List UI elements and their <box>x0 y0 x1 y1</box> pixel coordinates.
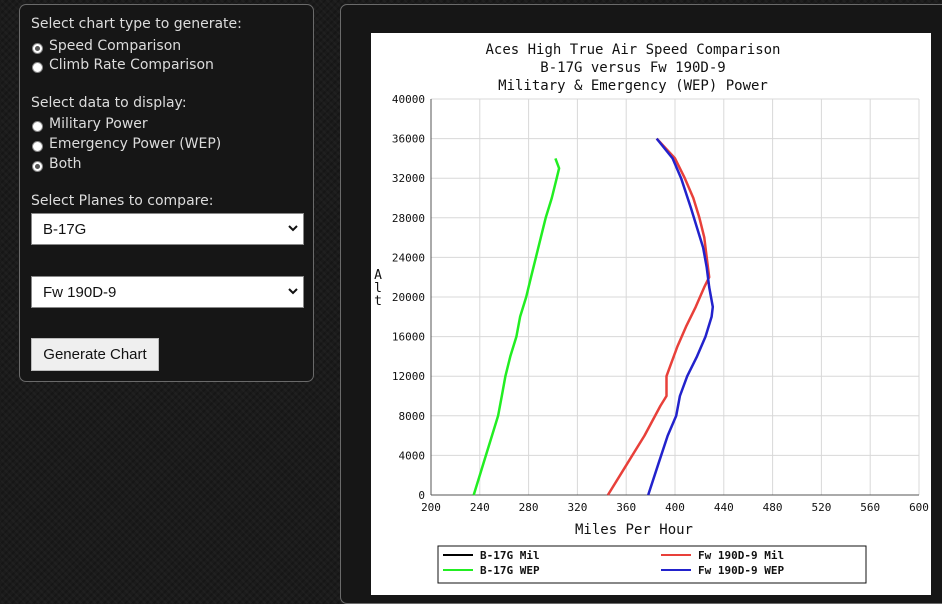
y-tick-labels: 0 4000 8000 12000 16000 20000 24000 28000 32000 3… <box>392 93 425 502</box>
y-tick-label: 12000 <box>392 370 425 383</box>
x-tick-label: 520 <box>811 501 831 514</box>
y-tick-label: 32000 <box>392 172 425 185</box>
legend-label: Fw 190D-9 Mil <box>698 549 784 562</box>
radio-climb-rate-comparison[interactable]: Climb Rate Comparison <box>32 56 214 74</box>
radio-speed-comparison[interactable]: Speed Comparison <box>32 37 181 55</box>
y-tick-label: 28000 <box>392 212 425 225</box>
chart-title: Aces High True Air Speed Comparison <box>485 42 780 58</box>
radio-label: Emergency Power (WEP) <box>49 136 222 152</box>
generate-chart-button[interactable]: Generate Chart <box>31 338 159 371</box>
legend-label: B-17G Mil <box>480 549 540 562</box>
x-axis-label: Miles Per Hour <box>575 522 693 538</box>
y-tick-label: 24000 <box>392 251 425 264</box>
radio-label: Speed Comparison <box>49 38 182 54</box>
y-tick-label: 36000 <box>392 133 425 146</box>
x-tick-label: 480 <box>763 501 783 514</box>
data-heading: Select data to display: <box>31 95 187 111</box>
x-tick-label: 440 <box>714 501 734 514</box>
radio-emergency-power[interactable]: Emergency Power (WEP) <box>32 135 221 153</box>
y-tick-label: 0 <box>418 489 425 502</box>
legend-label: Fw 190D-9 WEP <box>698 564 784 577</box>
chevron-down-icon <box>288 288 298 295</box>
planes-heading: Select Planes to compare: <box>31 193 214 209</box>
x-tick-label: 600 <box>909 501 929 514</box>
x-tick-label: 360 <box>616 501 636 514</box>
controls-panel: Select chart type to generate: Speed Com… <box>19 4 314 382</box>
y-axis-label: Alt <box>374 268 382 309</box>
radio-button[interactable] <box>32 140 43 152</box>
plane1-select[interactable]: B-17G <box>31 213 304 245</box>
radio-military-power[interactable]: Military Power <box>32 115 148 133</box>
radio-button[interactable] <box>32 42 43 54</box>
y-tick-label: 8000 <box>399 410 426 423</box>
series-line <box>606 137 711 496</box>
x-tick-label: 240 <box>470 501 490 514</box>
radio-button[interactable] <box>32 61 43 73</box>
radio-label: Climb Rate Comparison <box>49 57 214 73</box>
radio-button[interactable] <box>32 160 43 172</box>
radio-button[interactable] <box>32 120 43 132</box>
x-tick-label: 280 <box>519 501 539 514</box>
chart-subtitle2: Military & Emergency (WEP) Power <box>498 78 768 94</box>
x-tick-label: 560 <box>860 501 880 514</box>
y-axis-label-char: t <box>374 294 382 309</box>
chevron-down-icon <box>288 225 298 232</box>
y-tick-label: 20000 <box>392 291 425 304</box>
chart-type-heading: Select chart type to generate: <box>31 16 242 32</box>
x-tick-label: 320 <box>567 501 587 514</box>
x-tick-label: 400 <box>665 501 685 514</box>
radio-label: Both <box>49 156 82 172</box>
plane1-select-value: B-17G <box>43 220 87 238</box>
chart-image: Aces High True Air Speed Comparison B-17… <box>371 33 931 595</box>
plane2-select[interactable]: Fw 190D-9 <box>31 276 304 308</box>
series-line <box>647 137 715 496</box>
x-tick-labels: 200 240 280 320 360 400 440 480 520 560 600 <box>421 501 929 514</box>
speed-comparison-chart: Aces High True Air Speed Comparison B-17… <box>374 42 929 584</box>
chart-panel: Aces High True Air Speed Comparison B-17… <box>340 4 942 604</box>
radio-label: Military Power <box>49 116 148 132</box>
y-tick-label: 16000 <box>392 331 425 344</box>
chart-subtitle: B-17G versus Fw 190D-9 <box>540 60 725 76</box>
x-tick-label: 200 <box>421 501 441 514</box>
radio-both[interactable]: Both <box>32 155 82 173</box>
legend-label: B-17G WEP <box>480 564 540 577</box>
plane2-select-value: Fw 190D-9 <box>43 283 117 301</box>
y-tick-label: 4000 <box>399 449 426 462</box>
y-tick-label: 40000 <box>392 93 425 106</box>
series-line <box>472 157 561 496</box>
chart-series <box>472 137 715 496</box>
